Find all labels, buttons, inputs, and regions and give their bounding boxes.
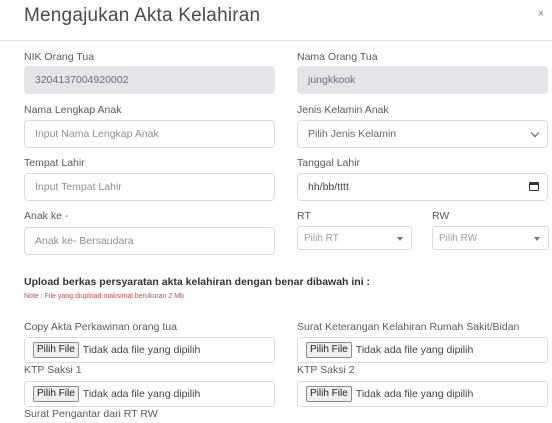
- rw-select[interactable]: Pilih RW: [432, 226, 549, 250]
- ktp-saksi-2-file[interactable]: Pilih File Tidak ada file yang dipilih: [297, 381, 548, 407]
- ktp-saksi-1-label: KTP Saksi 1: [24, 364, 82, 376]
- surat-rs-file[interactable]: Pilih File Tidak ada file yang dipilih: [297, 337, 548, 363]
- surat-pengantar-label: Surat Pengantar dari RT RW: [24, 408, 158, 420]
- ktp-saksi-2-label: KTP Saksi 2: [297, 364, 355, 376]
- pilih-file-button[interactable]: Pilih File: [33, 386, 79, 402]
- calendar-icon[interactable]: [529, 182, 539, 191]
- surat-rs-label: Surat Keterangan Kelahiran Rumah Sakit/B…: [297, 321, 520, 333]
- tanggal-lahir-label: Tanggal Lahir: [297, 157, 361, 169]
- pilih-file-button[interactable]: Pilih File: [33, 342, 79, 358]
- akta-perkawinan-label: Copy Akta Perkawinan orang tua: [24, 321, 177, 333]
- pilih-file-button[interactable]: Pilih File: [306, 342, 352, 358]
- nama-orang-tua-field: jungkkook: [297, 66, 548, 94]
- jenis-kelamin-value: Pilih Jenis Kelamin: [308, 128, 397, 140]
- no-file-text: Tidak ada file yang dipilih: [355, 344, 474, 356]
- jenis-kelamin-label: Jenis Kelamin Anak: [297, 104, 389, 116]
- rt-label: RT: [297, 210, 311, 222]
- no-file-text: Tidak ada file yang dipilih: [82, 388, 201, 400]
- tanggal-lahir-input[interactable]: hh/bb/tttt: [297, 173, 548, 201]
- anak-ke-label: Anak ke -: [24, 210, 69, 222]
- pilih-file-button[interactable]: Pilih File: [306, 386, 352, 402]
- caret-down-icon: [397, 237, 403, 241]
- tempat-lahir-label: Tempat Lahir: [24, 157, 85, 169]
- nama-anak-label: Nama Lengkap Anak: [24, 104, 122, 116]
- chevron-down-icon: [530, 128, 540, 138]
- close-icon[interactable]: ×: [538, 8, 544, 20]
- rt-value: Pilih RT: [304, 232, 339, 244]
- anak-ke-input[interactable]: Anak ke- Bersaudara: [24, 227, 275, 255]
- upload-section-title: Upload berkas persyaratan akta kelahiran…: [24, 276, 371, 288]
- nama-anak-input[interactable]: Input Nama Lengkap Anak: [24, 120, 275, 148]
- no-file-text: Tidak ada file yang dipilih: [355, 388, 474, 400]
- upload-note: Note : File yang diupload maksimal beruk…: [24, 293, 184, 300]
- caret-down-icon: [534, 237, 540, 241]
- ktp-saksi-1-file[interactable]: Pilih File Tidak ada file yang dipilih: [24, 381, 275, 407]
- nik-orang-tua-label: NIK Orang Tua: [24, 51, 95, 63]
- rt-select[interactable]: Pilih RT: [297, 226, 412, 250]
- no-file-text: Tidak ada file yang dipilih: [82, 344, 201, 356]
- rw-value: Pilih RW: [439, 232, 478, 244]
- nama-orang-tua-label: Nama Orang Tua: [297, 51, 378, 63]
- tanggal-lahir-placeholder: hh/bb/tttt: [308, 181, 349, 193]
- tempat-lahir-input[interactable]: Input Tempat Lahir: [24, 173, 275, 201]
- header-divider: [0, 40, 552, 41]
- nik-orang-tua-field: 3204137004920002: [24, 66, 275, 94]
- jenis-kelamin-select[interactable]: Pilih Jenis Kelamin: [297, 120, 548, 148]
- rw-label: RW: [432, 210, 450, 222]
- akta-perkawinan-file[interactable]: Pilih File Tidak ada file yang dipilih: [24, 337, 275, 363]
- modal-title: Mengajukan Akta Kelahiran: [24, 5, 261, 26]
